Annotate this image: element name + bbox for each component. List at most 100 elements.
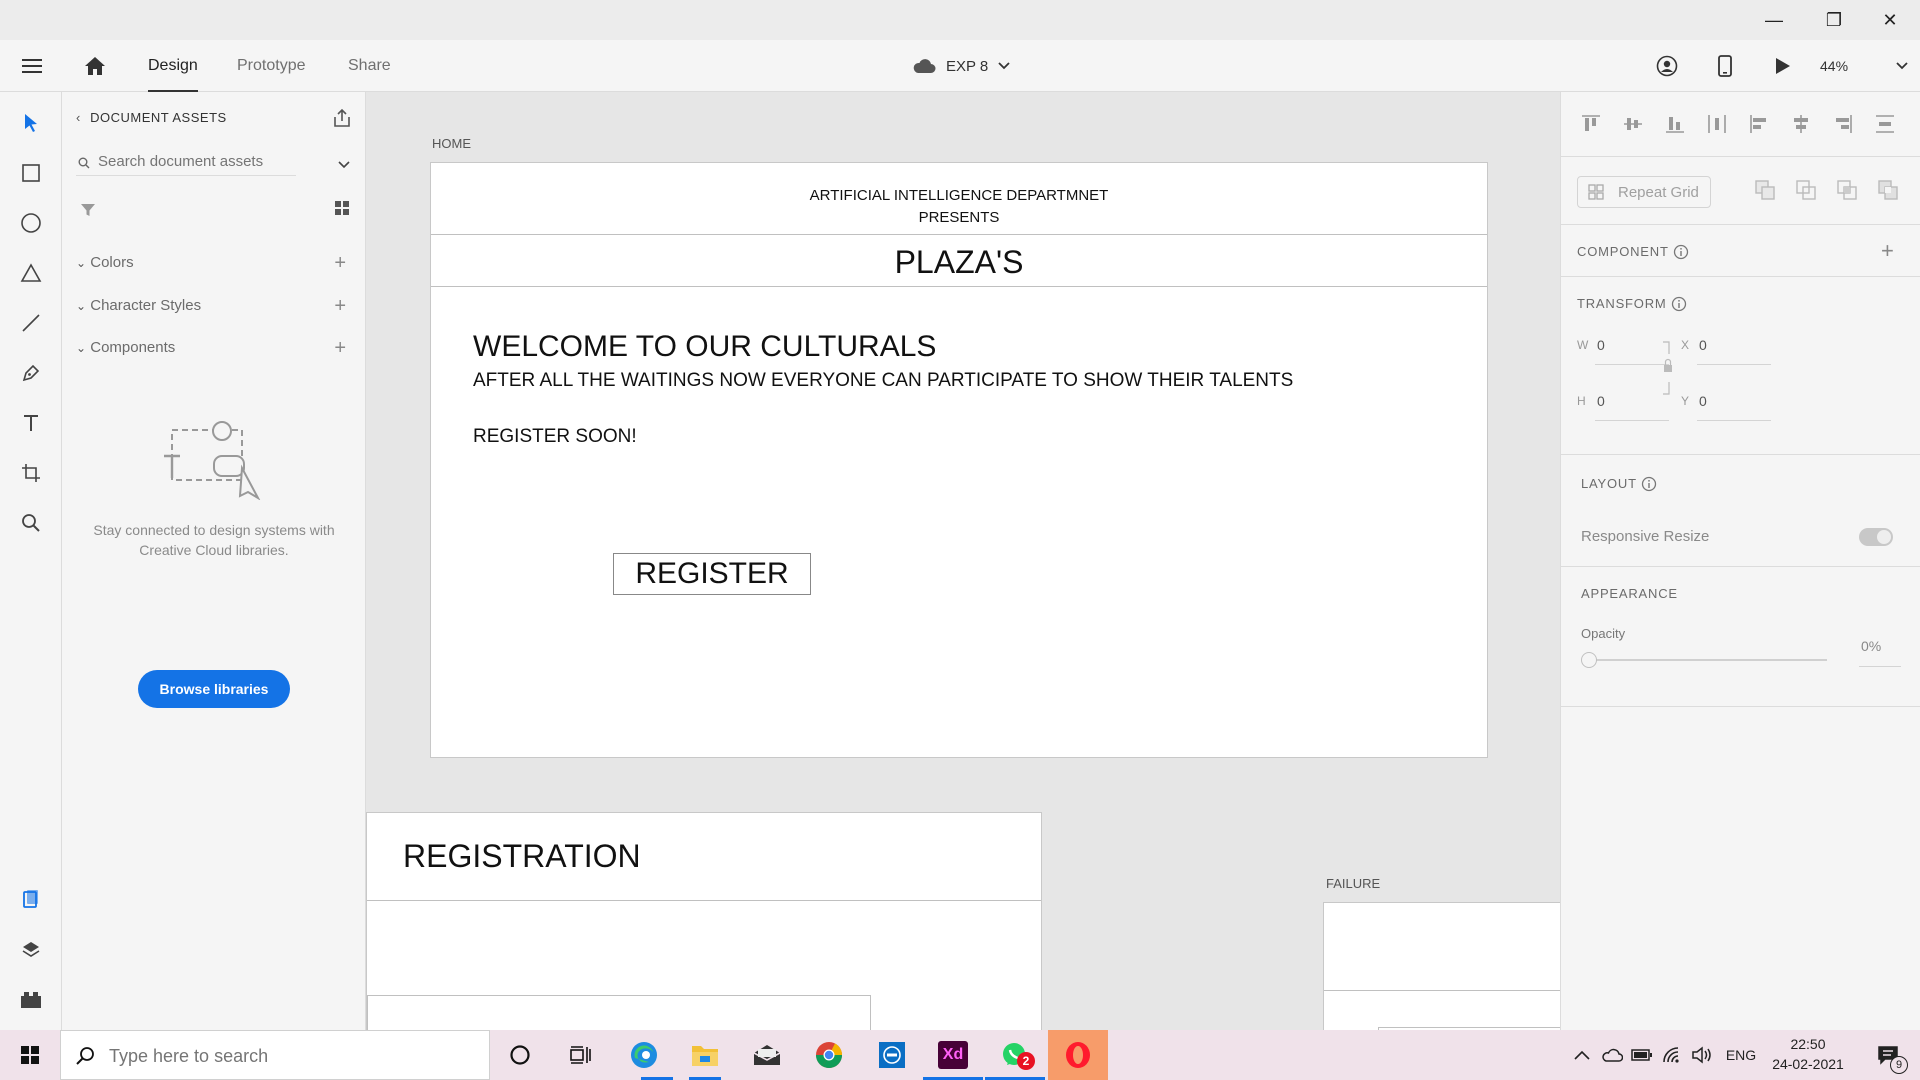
opacity-value[interactable]: 0% xyxy=(1861,638,1881,654)
add-component-icon[interactable]: + xyxy=(1881,238,1894,264)
zoom-tool-icon[interactable] xyxy=(14,506,48,540)
section-colors[interactable]: ⌄ Colors + xyxy=(76,248,356,278)
info-icon[interactable] xyxy=(1673,244,1689,260)
pen-tool-icon[interactable] xyxy=(14,356,48,390)
distribute-vertical-icon[interactable] xyxy=(1875,114,1895,134)
width-value[interactable]: 0 xyxy=(1597,337,1605,353)
tab-share[interactable]: Share xyxy=(348,40,391,92)
play-preview-icon[interactable] xyxy=(1766,50,1800,82)
align-left-icon[interactable] xyxy=(1749,114,1769,134)
adobe-xd-icon[interactable]: Xd xyxy=(923,1030,983,1080)
opacity-slider-handle[interactable] xyxy=(1581,652,1597,668)
section-components[interactable]: ⌄ Components + xyxy=(76,333,356,363)
show-hidden-icons-icon[interactable] xyxy=(1568,1030,1596,1080)
info-icon[interactable] xyxy=(1641,476,1657,492)
select-tool-icon[interactable] xyxy=(14,106,48,140)
lock-aspect-icon[interactable] xyxy=(1661,340,1675,396)
taskbar-search-box[interactable] xyxy=(60,1030,490,1080)
mail-icon[interactable] xyxy=(737,1030,797,1080)
artboard-registration[interactable]: REGISTRATION xyxy=(366,812,1042,1030)
search-icon xyxy=(78,157,90,169)
design-canvas[interactable]: HOME ARTIFICIAL INTELLIGENCE DEPARTMNET … xyxy=(366,92,1560,1030)
add-character-style-icon[interactable]: + xyxy=(334,291,346,321)
boolean-add-icon[interactable] xyxy=(1755,180,1775,200)
opera-icon[interactable] xyxy=(1048,1030,1108,1080)
align-middle-icon[interactable] xyxy=(1623,114,1643,134)
clock[interactable]: 22:50 24-02-2021 xyxy=(1766,1034,1850,1076)
responsive-resize-toggle[interactable] xyxy=(1859,528,1893,546)
info-icon[interactable] xyxy=(1671,296,1687,312)
share-user-icon[interactable] xyxy=(1650,50,1684,82)
chrome-icon[interactable] xyxy=(799,1030,859,1080)
tab-design[interactable]: Design xyxy=(148,40,198,92)
task-view-icon[interactable] xyxy=(550,1030,610,1080)
ellipse-tool-icon[interactable] xyxy=(14,206,48,240)
artboard-label-home[interactable]: HOME xyxy=(432,136,471,151)
taskbar-search-input[interactable] xyxy=(109,1043,479,1069)
rectangle-tool-icon[interactable] xyxy=(14,156,48,190)
y-value[interactable]: 0 xyxy=(1699,393,1707,409)
assets-search[interactable] xyxy=(76,148,296,176)
windows-start-icon[interactable] xyxy=(0,1030,60,1080)
filter-icon[interactable] xyxy=(80,202,96,223)
artboard-home[interactable]: ARTIFICIAL INTELLIGENCE DEPARTMNET PRESE… xyxy=(430,162,1488,758)
mobile-preview-icon[interactable] xyxy=(1708,50,1742,82)
add-color-icon[interactable]: + xyxy=(334,248,346,278)
dell-app-icon[interactable] xyxy=(862,1030,922,1080)
opacity-slider-track[interactable] xyxy=(1591,659,1827,661)
section-character-styles[interactable]: ⌄ Character Styles + xyxy=(76,291,356,321)
height-value[interactable]: 0 xyxy=(1597,393,1605,409)
minimize-button[interactable]: — xyxy=(1746,0,1802,40)
text-tool-icon[interactable] xyxy=(14,406,48,440)
add-component-icon[interactable]: + xyxy=(334,333,346,363)
registration-input-box xyxy=(367,995,871,1030)
x-value[interactable]: 0 xyxy=(1699,337,1707,353)
chevron-down-icon[interactable] xyxy=(338,156,350,174)
boolean-intersect-icon[interactable] xyxy=(1837,180,1857,200)
align-right-icon[interactable] xyxy=(1833,114,1853,134)
volume-icon[interactable] xyxy=(1688,1030,1716,1080)
document-title[interactable]: EXP 8 xyxy=(912,54,1010,78)
artboard-tool-icon[interactable] xyxy=(14,456,48,490)
restore-button[interactable]: ❐ xyxy=(1806,0,1862,40)
align-top-icon[interactable] xyxy=(1581,114,1601,134)
home-register-button[interactable]: REGISTER xyxy=(613,553,811,595)
home-subtitle: AFTER ALL THE WAITINGS NOW EVERYONE CAN … xyxy=(473,370,1294,391)
assets-icon[interactable] xyxy=(14,882,48,916)
grid-view-icon[interactable] xyxy=(334,200,350,221)
boolean-exclude-icon[interactable] xyxy=(1878,180,1898,200)
artboard-label-failure[interactable]: FAILURE xyxy=(1326,876,1380,891)
edge-browser-icon[interactable] xyxy=(614,1030,674,1080)
zoom-select[interactable]: 44% xyxy=(1820,52,1910,80)
wifi-icon[interactable] xyxy=(1658,1030,1686,1080)
menu-bar: Design Prototype Share EXP 8 44% xyxy=(0,40,1920,92)
export-icon[interactable] xyxy=(332,108,352,133)
line-tool-icon[interactable] xyxy=(14,306,48,340)
whatsapp-icon[interactable]: 2 xyxy=(985,1030,1045,1080)
assets-header[interactable]: ‹ DOCUMENT ASSETS xyxy=(76,110,227,125)
notification-center-icon[interactable]: 9 xyxy=(1866,1030,1910,1080)
clock-date: 24-02-2021 xyxy=(1772,1056,1844,1072)
layers-icon[interactable] xyxy=(14,932,48,966)
plugins-icon[interactable] xyxy=(14,982,48,1016)
align-bottom-icon[interactable] xyxy=(1665,114,1685,134)
cortana-icon[interactable] xyxy=(490,1030,550,1080)
chevron-down-icon: ⌄ xyxy=(76,341,87,355)
boolean-subtract-icon[interactable] xyxy=(1796,180,1816,200)
repeat-grid-button[interactable]: Repeat Grid xyxy=(1577,176,1711,208)
distribute-horizontal-icon[interactable] xyxy=(1707,114,1727,134)
align-center-icon[interactable] xyxy=(1791,114,1811,134)
close-button[interactable]: ✕ xyxy=(1862,0,1918,40)
file-explorer-icon[interactable] xyxy=(675,1030,735,1080)
artboard-failure[interactable] xyxy=(1323,902,1560,1030)
home-icon[interactable] xyxy=(78,50,112,82)
browse-libraries-button[interactable]: Browse libraries xyxy=(138,670,290,708)
hamburger-menu-icon[interactable] xyxy=(15,50,49,82)
tab-prototype[interactable]: Prototype xyxy=(237,40,305,92)
language-indicator[interactable]: ENG xyxy=(1720,1030,1762,1080)
assets-search-input[interactable] xyxy=(98,150,288,172)
polygon-tool-icon[interactable] xyxy=(14,256,48,290)
onedrive-icon[interactable] xyxy=(1598,1030,1626,1080)
home-header-box: ARTIFICIAL INTELLIGENCE DEPARTMNET PRESE… xyxy=(431,163,1487,235)
battery-icon[interactable] xyxy=(1628,1030,1656,1080)
